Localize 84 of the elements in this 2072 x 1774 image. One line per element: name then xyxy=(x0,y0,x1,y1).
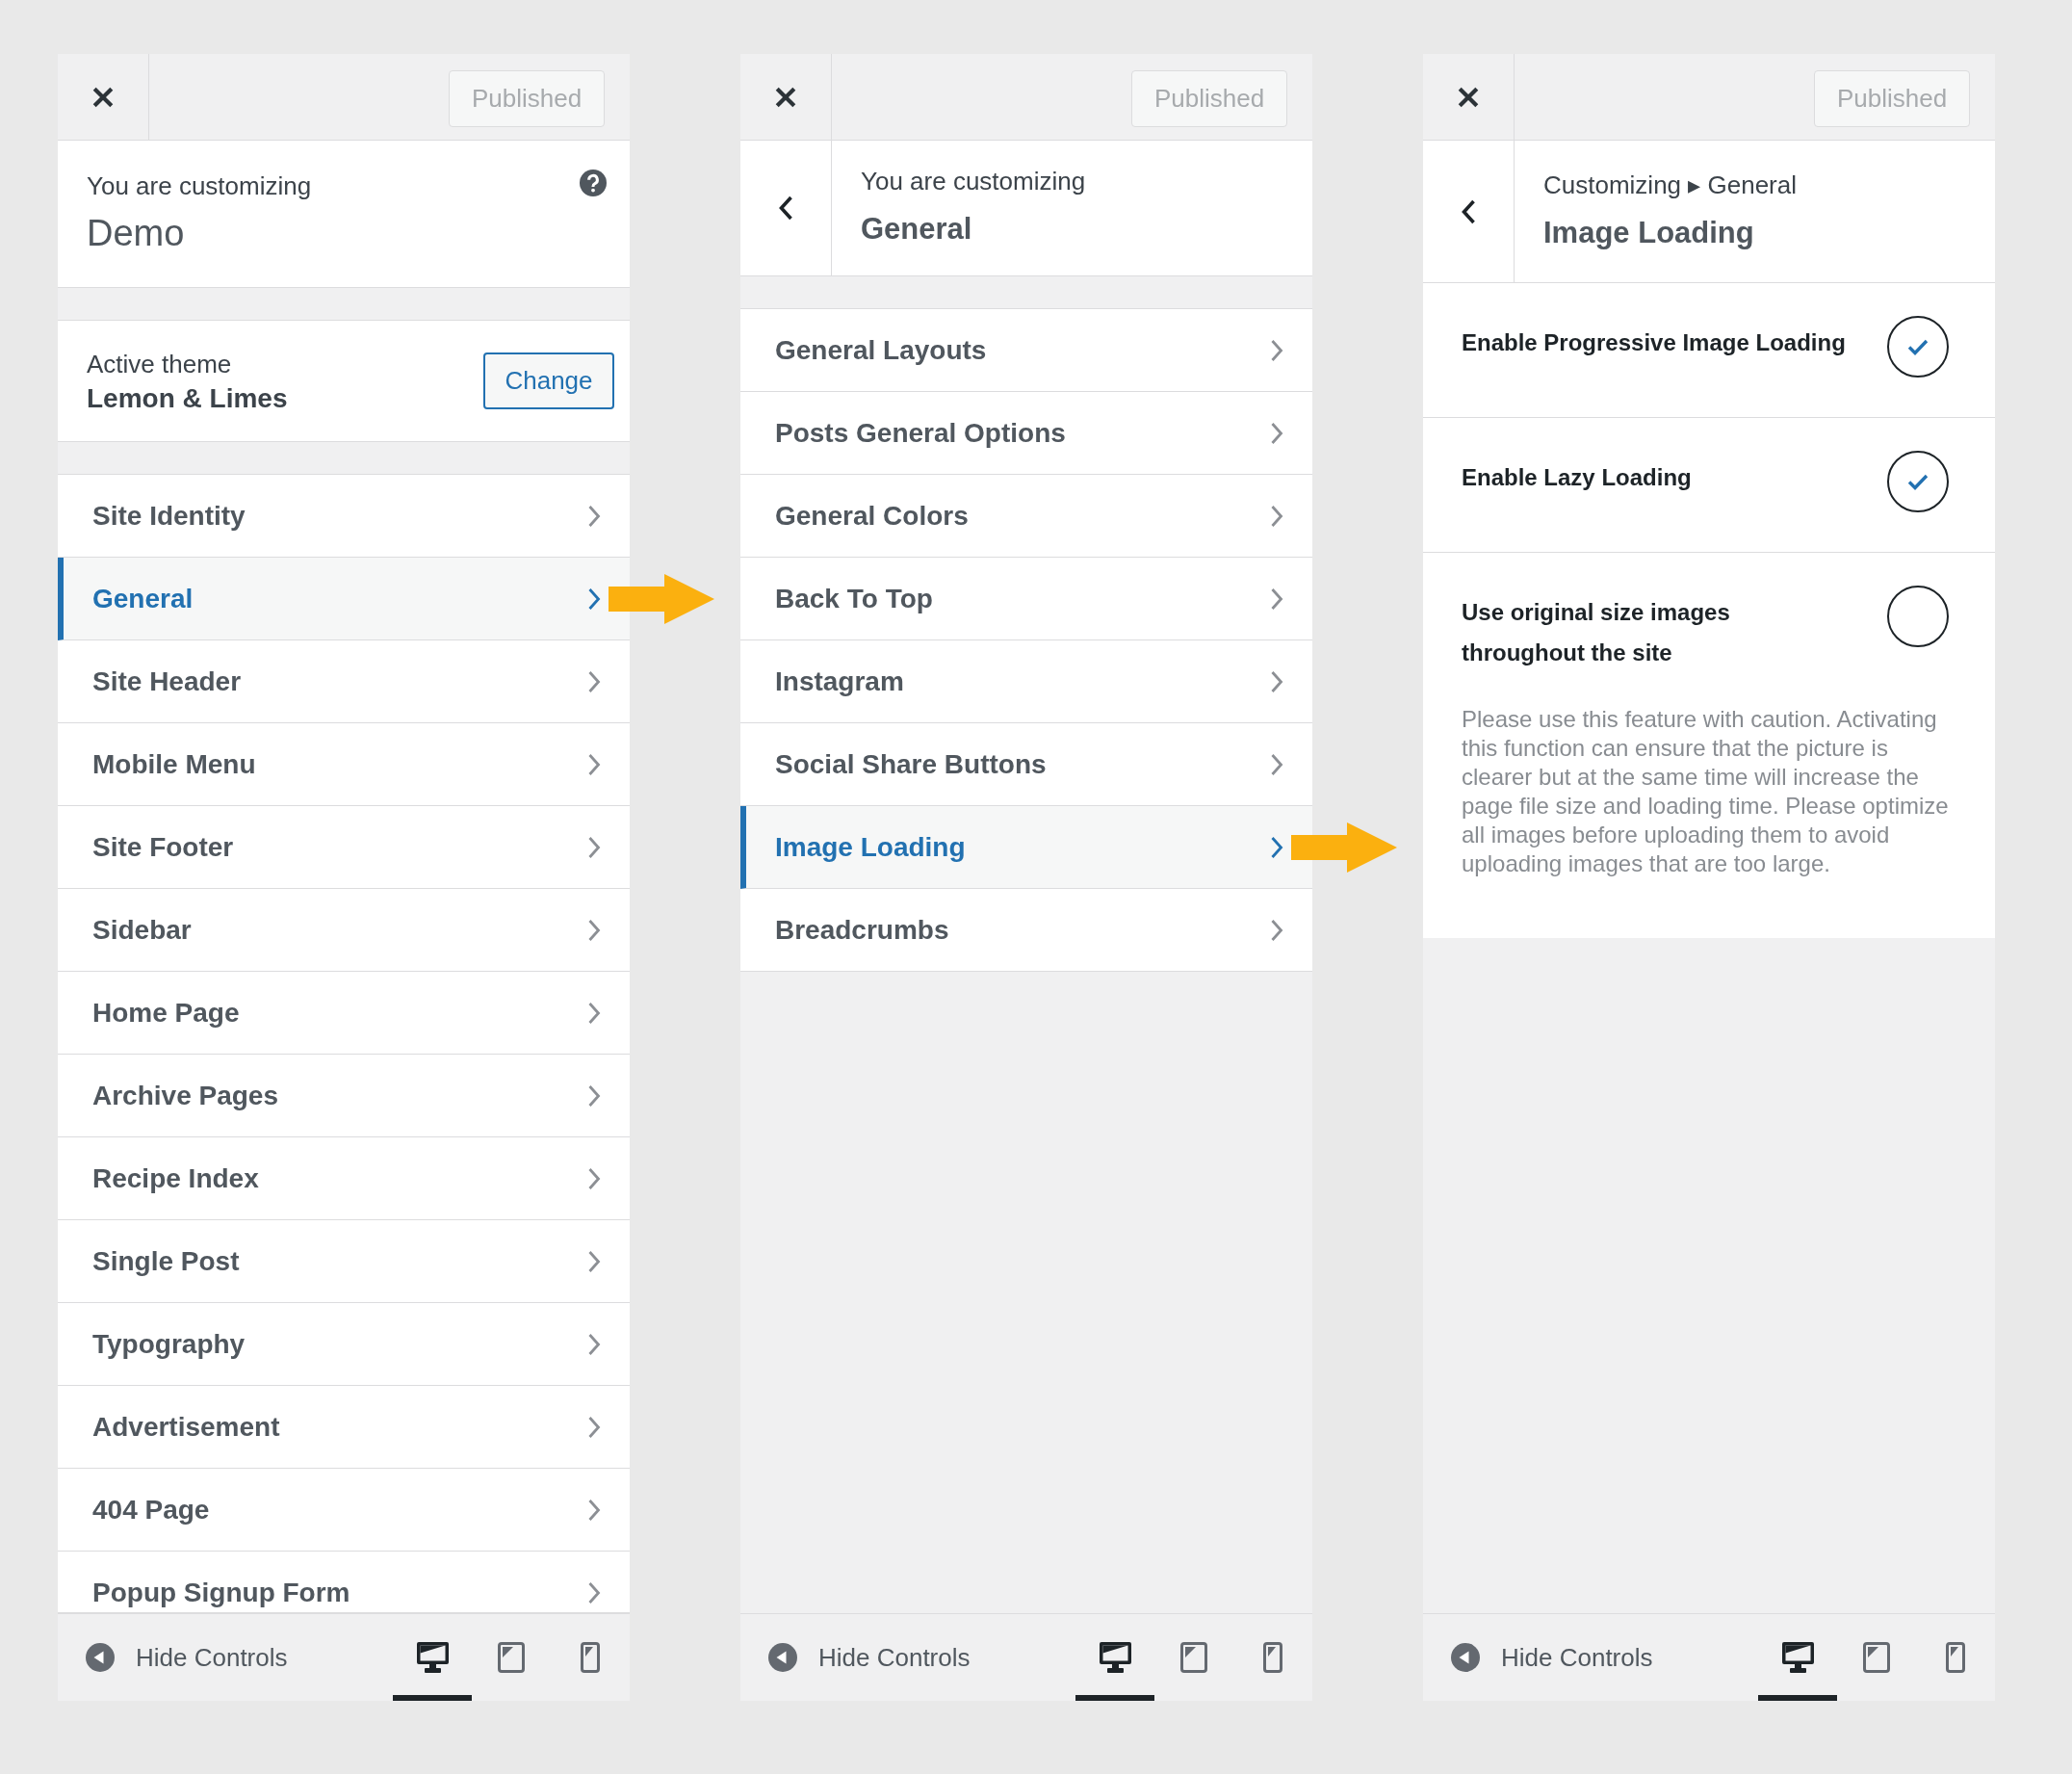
theme-name: Lemon & Limes xyxy=(87,381,288,415)
change-theme-button[interactable]: Change xyxy=(483,352,614,409)
menu-item[interactable]: Recipe Index xyxy=(58,1137,630,1220)
theme-caption: Active theme xyxy=(87,348,233,380)
chevron-right-icon xyxy=(587,1250,601,1273)
menu-item[interactable]: Site Header xyxy=(58,640,630,723)
hide-controls-button[interactable]: Hide Controls xyxy=(86,1642,288,1673)
circle-triangle-left-icon xyxy=(768,1643,797,1672)
chevron-right-icon xyxy=(587,1333,601,1356)
phone-icon xyxy=(581,1642,600,1673)
breadcrumb-caption: Customizing ▸ General xyxy=(1543,170,1797,201)
close-icon xyxy=(774,85,797,109)
hide-controls-button[interactable]: Hide Controls xyxy=(1451,1642,1653,1673)
chevron-right-icon xyxy=(1270,422,1283,445)
chevron-right-icon xyxy=(587,1416,601,1439)
menu-item[interactable]: Posts General Options xyxy=(740,392,1312,475)
menu-item[interactable]: General Layouts xyxy=(740,309,1312,392)
menu-item[interactable]: Popup Signup Form xyxy=(58,1552,630,1613)
menu-item[interactable]: Instagram xyxy=(740,640,1312,723)
phone-icon xyxy=(1263,1642,1282,1673)
menu-item[interactable]: Home Page xyxy=(58,972,630,1055)
chevron-right-icon xyxy=(587,753,601,776)
monitor-icon xyxy=(1099,1642,1131,1673)
chevron-right-icon xyxy=(1270,505,1283,528)
menu-item[interactable]: Typography xyxy=(58,1303,630,1386)
chevron-right-icon xyxy=(587,836,601,859)
menu-item[interactable]: Breadcrumbs xyxy=(740,889,1312,972)
chevron-left-icon xyxy=(1461,198,1476,224)
checkbox[interactable] xyxy=(1887,316,1949,378)
menu-item[interactable]: Archive Pages xyxy=(58,1055,630,1137)
chevron-right-icon xyxy=(1270,339,1283,362)
menu-item[interactable]: Mobile Menu xyxy=(58,723,630,806)
checkbox[interactable] xyxy=(1887,451,1949,512)
menu-item[interactable]: General Colors xyxy=(740,475,1312,558)
breadcrumb-caption: You are customizing xyxy=(861,166,1086,197)
close-icon xyxy=(1457,85,1480,109)
menu-item[interactable]: Image Loading xyxy=(740,806,1312,889)
menu-item[interactable]: Sidebar xyxy=(58,889,630,972)
close-icon xyxy=(91,85,115,109)
chevron-right-icon xyxy=(1270,919,1283,942)
menu-item[interactable]: Social Share Buttons xyxy=(740,723,1312,806)
menu-item[interactable]: 404 Page xyxy=(58,1469,630,1552)
chevron-right-icon xyxy=(1270,836,1283,859)
checkbox[interactable] xyxy=(1887,586,1949,647)
checkmark-icon xyxy=(1907,338,1929,355)
panel-title: Image Loading xyxy=(1543,215,1754,251)
tablet-icon xyxy=(498,1642,525,1673)
chevron-right-icon xyxy=(587,1581,601,1604)
menu-item[interactable]: Back To Top xyxy=(740,558,1312,640)
help-icon xyxy=(580,170,607,196)
chevron-right-icon xyxy=(587,505,601,528)
tablet-icon xyxy=(1863,1642,1890,1673)
monitor-icon xyxy=(1781,1642,1814,1673)
option-label: Enable Progressive Image Loading xyxy=(1462,328,1847,357)
menu-item[interactable]: Site Footer xyxy=(58,806,630,889)
panel-title: Demo xyxy=(87,212,185,255)
circle-triangle-left-icon xyxy=(1451,1643,1480,1672)
menu-item[interactable]: Advertisement xyxy=(58,1386,630,1469)
chevron-right-icon xyxy=(587,587,601,611)
checkmark-icon xyxy=(1907,473,1929,490)
chevron-right-icon xyxy=(1270,587,1283,611)
circle-triangle-left-icon xyxy=(86,1643,115,1672)
menu-item[interactable]: General xyxy=(58,558,630,640)
panel-title: General xyxy=(861,211,972,248)
chevron-right-icon xyxy=(587,919,601,942)
monitor-icon xyxy=(416,1642,449,1673)
menu-item[interactable]: Single Post xyxy=(58,1220,630,1303)
menu-item[interactable]: Site Identity xyxy=(58,475,630,558)
option-label: Enable Lazy Loading xyxy=(1462,463,1693,492)
option-description: Please use this feature with caution. Activating this function can ensure that the picture is clearer but at the same time will increase the page file size and loading time. Please optimize all images before uploading them to avoid uploading images that are too large. xyxy=(1462,705,1950,878)
hide-controls-button[interactable]: Hide Controls xyxy=(768,1642,971,1673)
option-label: Use original size images throughout the site xyxy=(1462,598,1731,667)
chevron-right-icon xyxy=(587,1002,601,1025)
chevron-right-icon xyxy=(587,1167,601,1190)
breadcrumb-caption: You are customizing xyxy=(87,170,312,202)
chevron-right-icon xyxy=(1270,670,1283,693)
chevron-right-icon xyxy=(587,670,601,693)
chevron-left-icon xyxy=(778,196,793,221)
help-button[interactable] xyxy=(580,170,607,196)
phone-icon xyxy=(1946,1642,1965,1673)
chevron-right-icon xyxy=(1270,753,1283,776)
chevron-right-icon xyxy=(587,1499,601,1522)
chevron-right-icon xyxy=(587,1084,601,1108)
tablet-icon xyxy=(1180,1642,1207,1673)
